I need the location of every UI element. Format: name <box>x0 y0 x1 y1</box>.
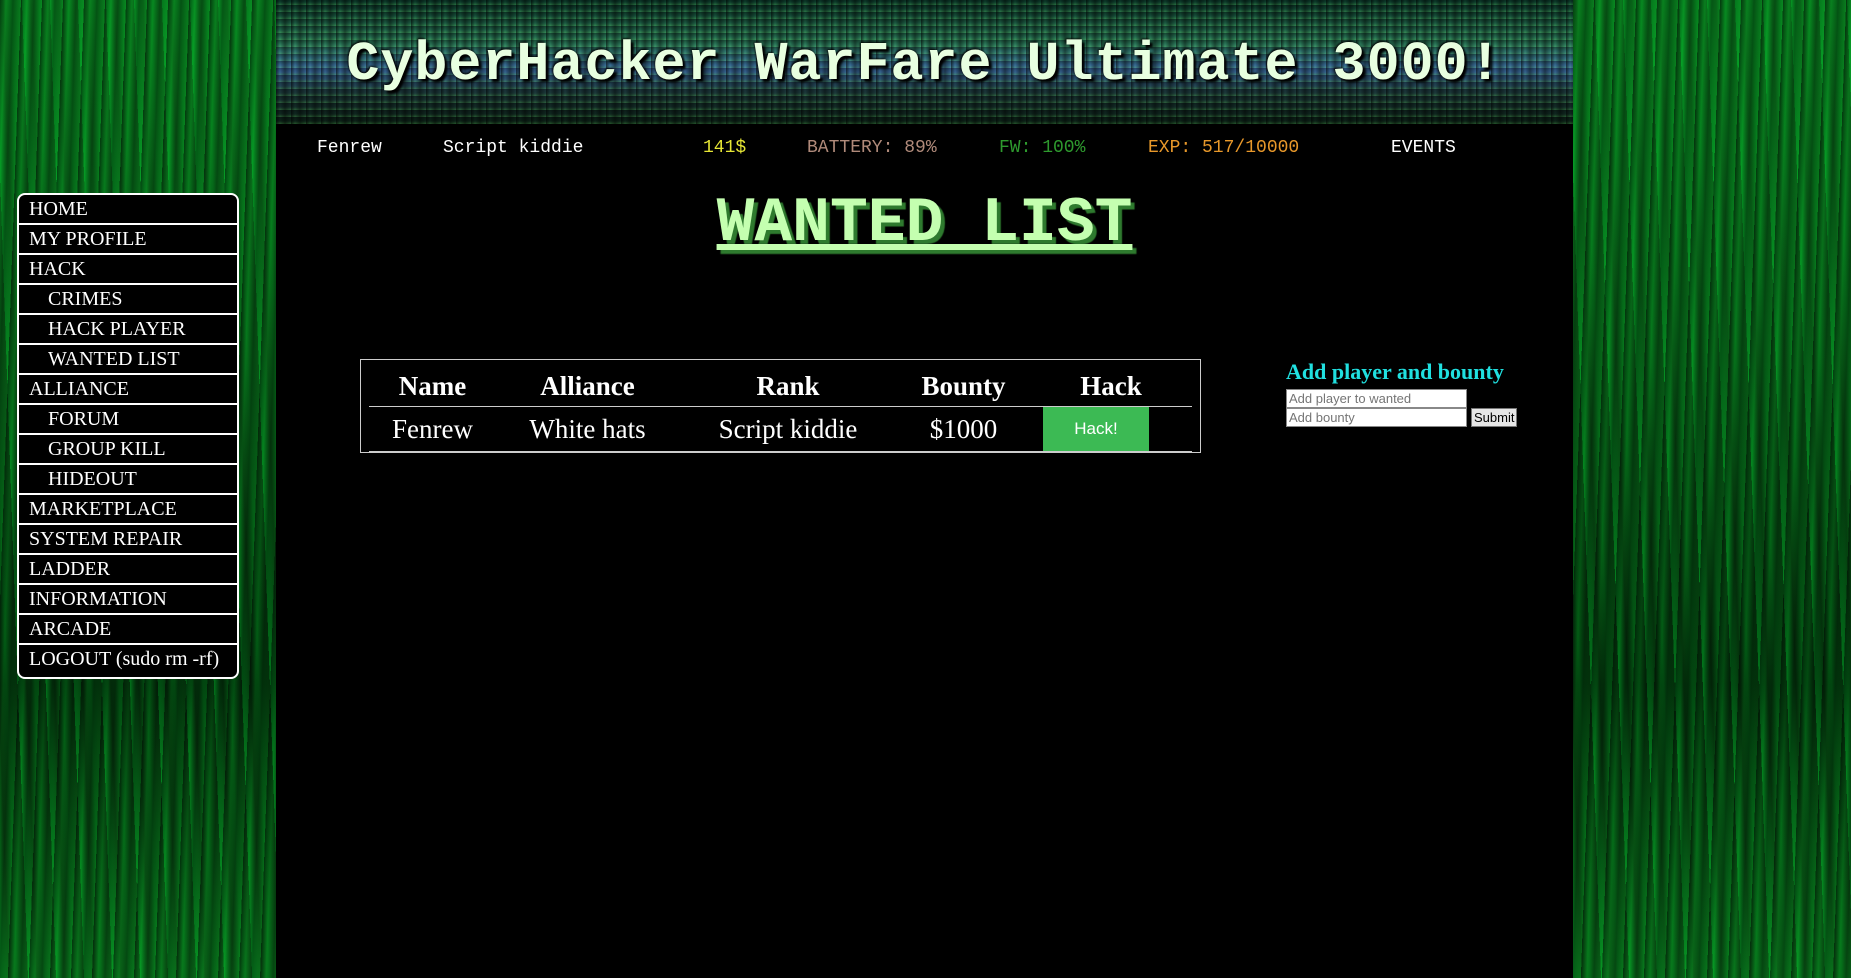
cell-rank: Script kiddie <box>679 406 897 452</box>
page-title: WANTED LIST <box>716 188 1133 259</box>
nav-item-wanted-list[interactable]: WANTED LIST <box>19 345 237 375</box>
nav-item-information[interactable]: INFORMATION <box>19 585 237 615</box>
bounty-input[interactable] <box>1286 408 1467 427</box>
status-battery: BATTERY: 89% <box>807 138 937 158</box>
column-header-bounty: Bounty <box>897 366 1030 407</box>
nav-item-arcade[interactable]: ARCADE <box>19 615 237 645</box>
header-banner: CyberHacker WarFare Ultimate 3000! <box>276 0 1573 124</box>
right-background <box>1573 0 1851 978</box>
nav-item-forum[interactable]: FORUM <box>19 405 237 435</box>
nav-item-hack-player[interactable]: HACK PLAYER <box>19 315 237 345</box>
nav-item-my-profile[interactable]: MY PROFILE <box>19 225 237 255</box>
wanted-table-container: Name Alliance Rank Bounty Hack Fenrew Wh… <box>360 359 1201 453</box>
wanted-table: Name Alliance Rank Bounty Hack Fenrew Wh… <box>369 366 1192 452</box>
status-firewall: FW: 100% <box>999 138 1086 158</box>
nav-item-home[interactable]: HOME <box>19 195 237 225</box>
nav-item-marketplace[interactable]: MARKETPLACE <box>19 495 237 525</box>
site-title: CyberHacker WarFare Ultimate 3000! <box>346 33 1503 96</box>
nav-item-group-kill[interactable]: GROUP KILL <box>19 435 237 465</box>
cell-name: Fenrew <box>369 406 496 452</box>
nav-item-alliance[interactable]: ALLIANCE <box>19 375 237 405</box>
nav-item-crimes[interactable]: CRIMES <box>19 285 237 315</box>
column-header-alliance: Alliance <box>496 366 679 407</box>
cell-hack: Hack! <box>1030 406 1192 452</box>
status-bar: Fenrew Script kiddie 141$ BATTERY: 89% F… <box>276 138 1573 162</box>
hack-button[interactable]: Hack! <box>1043 407 1149 451</box>
table-header-row: Name Alliance Rank Bounty Hack <box>369 366 1192 407</box>
nav-item-ladder[interactable]: LADDER <box>19 555 237 585</box>
status-username: Fenrew <box>317 138 382 158</box>
nav-item-hack[interactable]: HACK <box>19 255 237 285</box>
nav-item-system-repair[interactable]: SYSTEM REPAIR <box>19 525 237 555</box>
player-input[interactable] <box>1286 389 1467 408</box>
add-bounty-form: Add player and bounty Submit <box>1286 359 1526 427</box>
column-header-rank: Rank <box>679 366 897 407</box>
add-bounty-heading: Add player and bounty <box>1286 359 1504 384</box>
column-header-name: Name <box>369 366 496 407</box>
cell-alliance: White hats <box>496 406 679 452</box>
events-link[interactable]: EVENTS <box>1391 138 1456 158</box>
status-rank: Script kiddie <box>443 138 584 158</box>
nav-item-logout[interactable]: LOGOUT (sudo rm -rf) <box>19 645 237 677</box>
cell-bounty: $1000 <box>897 406 1030 452</box>
status-exp: EXP: 517/10000 <box>1148 138 1300 158</box>
table-row: Fenrew White hats Script kiddie $1000 Ha… <box>369 406 1192 452</box>
submit-button[interactable]: Submit <box>1471 408 1518 427</box>
nav-item-hideout[interactable]: HIDEOUT <box>19 465 237 495</box>
column-header-hack: Hack <box>1030 366 1192 407</box>
sidebar-nav: HOME MY PROFILE HACK CRIMES HACK PLAYER … <box>17 193 239 679</box>
status-money: 141$ <box>703 138 747 158</box>
